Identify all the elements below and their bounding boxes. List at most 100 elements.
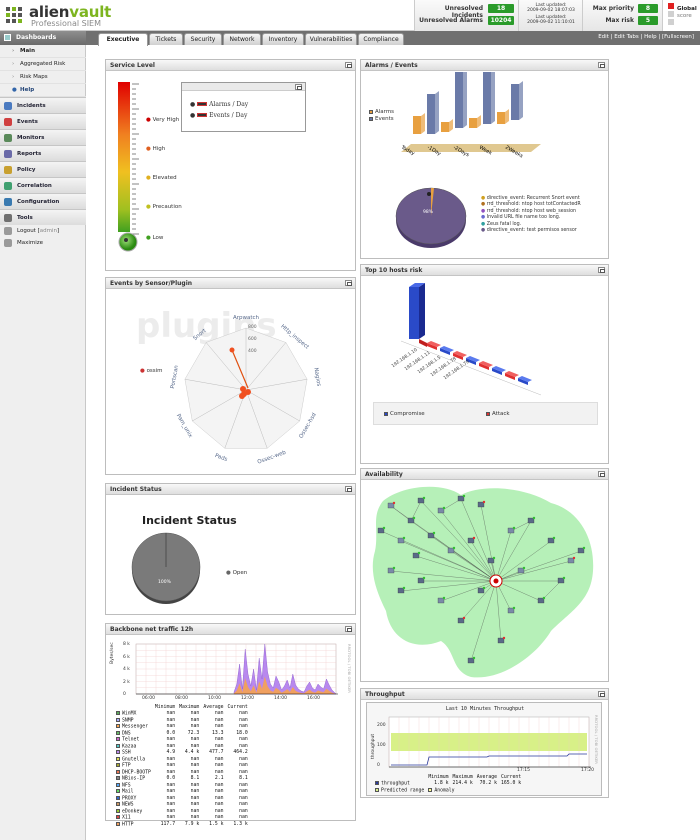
maximize-panel-icon[interactable] — [345, 486, 352, 492]
panel-service-level: Service Level ● Very High ● High ● Eleva… — [105, 59, 356, 271]
thermometer-bar — [118, 82, 130, 232]
unresolved-incidents-count[interactable]: 18 — [488, 4, 514, 13]
sidebar-item-help[interactable]: ● Help — [0, 84, 86, 97]
legend-open: ● Open — [226, 570, 248, 576]
maximize-panel-icon[interactable] — [598, 471, 605, 477]
tab-network[interactable]: Network — [223, 33, 261, 45]
backbone-stats-table: Minimum Maximum Average Current WinMX nan nan n… — [114, 705, 250, 828]
sidebar-section-correlation[interactable]: Correlation — [0, 177, 86, 193]
legend-toggle-icon[interactable] — [295, 84, 302, 90]
sidebar-item-risk-maps[interactable]: › Risk Maps — [0, 71, 86, 84]
x-tick: 17:20 — [581, 768, 594, 773]
level-elevated: ● Elevated — [146, 175, 177, 181]
status-dot — [532, 516, 536, 520]
pie-legend: ● directive_event: Recurrent Snort event… — [481, 196, 606, 234]
rrdtool-credit: RRDTOOL / TOBI OETIKER — [594, 715, 599, 764]
sidebar-section-reports[interactable]: Reports — [0, 145, 86, 161]
help-icon: ● — [12, 87, 17, 93]
sidebar-section-policy[interactable]: Policy — [0, 161, 86, 177]
status-dot — [422, 576, 426, 580]
incidents-icon — [4, 102, 12, 110]
x-tick: 08:00 — [175, 696, 188, 701]
status-dot — [432, 531, 436, 535]
status-dot — [452, 546, 456, 550]
status-dot — [382, 526, 386, 530]
legend-ossim: ● ossim — [140, 368, 163, 374]
status-dot — [392, 566, 396, 570]
status-dot — [402, 536, 406, 540]
throughput-chart-frame: Last 10 Minutes Throughput throughput RR… — [366, 702, 602, 796]
tab-vulnerabilities[interactable]: Vulnerabilities — [305, 33, 357, 45]
unresolved-alarms-count[interactable]: 10204 — [488, 16, 514, 25]
panel-top-hosts: Top 10 hosts risk Compromise Attack 192.… — [360, 264, 609, 464]
panel-throughput: Throughput Last 10 Minutes Throughput th… — [360, 688, 609, 798]
maximize-panel-icon[interactable] — [598, 62, 605, 68]
tab-links[interactable]: Edit | Edit Tabs | Help | [Fullscreen] — [598, 34, 694, 40]
x-tick: 10:00 — [208, 696, 221, 701]
y-tick: 8 k — [123, 642, 130, 647]
radar-tick: 800 — [248, 325, 257, 330]
policy-icon — [4, 166, 12, 174]
sidebar-dashboards[interactable]: Dashboards — [0, 31, 86, 45]
pie-label: 100% — [158, 580, 171, 585]
max-priority-label: Max priority — [592, 5, 634, 12]
maximize-panel-icon[interactable] — [345, 280, 352, 286]
status-dot — [542, 596, 546, 600]
maximize-panel-icon[interactable] — [598, 691, 605, 697]
max-risk-value[interactable]: 5 — [638, 16, 658, 25]
y-axis-label: throughput — [371, 733, 376, 759]
maximize-panel-icon[interactable] — [345, 62, 352, 68]
x-tick: 06:00 — [142, 696, 155, 701]
status-dot — [582, 546, 586, 550]
throughput-chart-title: Last 10 Minutes Throughput — [445, 706, 525, 712]
maximize-panel-icon[interactable] — [345, 626, 352, 632]
last-updated-time-1: 2009-09-02 18:07:03 — [527, 8, 575, 13]
y-tick: 2 k — [123, 679, 130, 685]
thermometer-marker — [124, 238, 128, 242]
sidebar-item-main[interactable]: › Main — [0, 45, 86, 58]
panel-title: Backbone net traffic 12h — [106, 624, 355, 635]
sidebar-section-events[interactable]: Events — [0, 113, 86, 129]
brand-tagline: Professional SIEM — [31, 19, 102, 28]
y-tick: 0 — [377, 763, 380, 768]
sidebar-logout[interactable]: Logout [admin] — [0, 225, 86, 237]
sidebar-section-configuration[interactable]: Configuration — [0, 193, 86, 209]
x-tick: 16:00 — [307, 696, 320, 701]
sidebar-section-monitors[interactable]: Monitors — [0, 129, 86, 145]
tab-tickets[interactable]: Tickets — [149, 33, 183, 45]
app-header: alienvault Professional SIEM Unresolved … — [0, 0, 700, 31]
status-dot — [417, 551, 421, 555]
tab-inventory[interactable]: Inventory — [262, 33, 304, 45]
max-box[interactable]: Max priority 8 Max risk 5 — [582, 0, 662, 31]
radar-point — [229, 347, 235, 353]
dashboards-icon — [4, 34, 11, 41]
maximize-icon — [4, 239, 12, 247]
panel-title: Service Level — [106, 60, 355, 71]
bar-0 — [413, 116, 421, 134]
sidebar-section-tools[interactable]: Tools — [0, 209, 86, 225]
sidebar-maximize[interactable]: Maximize — [0, 237, 86, 249]
y-tick: 200 — [377, 723, 386, 728]
status-dot — [392, 501, 396, 505]
service-level-legend: ● Alarms / Day ● Events / Day — [181, 82, 306, 132]
max-priority-value[interactable]: 8 — [638, 4, 658, 13]
sidebar-item-aggregated-risk[interactable]: › Aggregated Risk — [0, 58, 86, 71]
y-tick: 4 k — [123, 667, 130, 672]
events-icon — [4, 118, 12, 126]
panel-title: Throughput — [361, 689, 608, 700]
bullet-icon: › — [12, 74, 15, 80]
bar-4 — [469, 118, 477, 128]
unresolved-box[interactable]: Unresolved Incidents 18 Unresolved Alarm… — [414, 0, 518, 31]
panel-backbone-traffic: Backbone net traffic 12h Bytes/sec RRDTO… — [105, 623, 356, 827]
tab-security[interactable]: Security — [184, 33, 222, 45]
throughput-stats-table: Minimum Maximum Average Current throughput 1… — [373, 775, 523, 794]
tab-compliance[interactable]: Compliance — [358, 33, 404, 45]
last-updated-box: Last updated: 2009-09-02 18:07:03 Last u… — [518, 0, 582, 31]
status-dot — [442, 596, 446, 600]
maximize-panel-icon[interactable] — [598, 267, 605, 273]
x-tick: 14:00 — [274, 696, 287, 701]
status-dot — [562, 576, 566, 580]
max-risk-label: Max risk — [605, 17, 634, 24]
sidebar-section-incidents[interactable]: Incidents — [0, 97, 86, 113]
tab-executive[interactable]: Executive — [98, 33, 148, 46]
